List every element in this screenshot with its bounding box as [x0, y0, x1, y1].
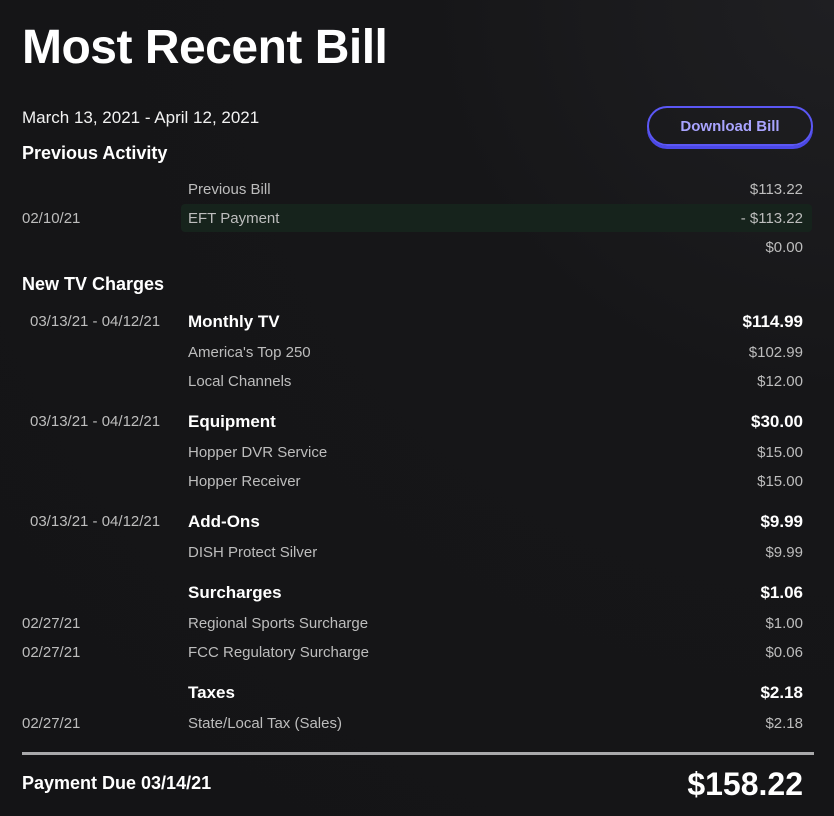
group-label: Monthly TV	[188, 312, 280, 331]
row-date: 02/27/21	[22, 715, 81, 732]
line-item-row: Local Channels $12.00	[0, 367, 834, 395]
row-amount: $15.00	[757, 473, 803, 490]
group-date: 03/13/21 - 04/12/21	[30, 413, 161, 430]
payment-row: 02/10/21 EFT Payment - $113.22	[0, 204, 834, 232]
row-amount: $1.00	[765, 615, 803, 632]
group-amount: $9.99	[760, 512, 803, 531]
row-date: 02/27/21	[22, 615, 81, 632]
line-item-row: 02/27/21 Regional Sports Surcharge $1.00	[0, 609, 834, 637]
payment-due-amount: $158.22	[687, 766, 803, 802]
new-charges-heading: New TV Charges	[22, 274, 165, 294]
row-amount: $12.00	[757, 373, 803, 390]
row-date: 02/10/21	[22, 210, 81, 227]
row-amount: - $113.22	[740, 210, 803, 227]
charge-group-equipment: 03/13/21 - 04/12/21 Equipment $30.00	[0, 407, 834, 435]
row-description: Hopper Receiver	[188, 473, 301, 490]
billing-period: March 13, 2021 - April 12, 2021	[22, 108, 260, 127]
previous-bill-row: Previous Bill $113.22	[0, 175, 834, 203]
row-amount: $0.00	[765, 239, 803, 256]
charge-group-add-ons: 03/13/21 - 04/12/21 Add-Ons $9.99	[0, 507, 834, 535]
row-description: Local Channels	[188, 373, 292, 390]
page-title: Most Recent Bill	[22, 21, 388, 74]
line-item-row: DISH Protect Silver $9.99	[0, 538, 834, 566]
row-description: FCC Regulatory Surcharge	[188, 644, 369, 661]
row-amount: $15.00	[757, 444, 803, 461]
row-date: 02/27/21	[22, 644, 81, 661]
charge-group-monthly-tv: 03/13/21 - 04/12/21 Monthly TV $114.99	[0, 307, 834, 335]
charge-group-taxes: Taxes $2.18	[0, 678, 834, 706]
row-description: Regional Sports Surcharge	[188, 615, 369, 632]
download-bill-button[interactable]: Download Bill	[647, 106, 813, 146]
payment-due-label: Payment Due 03/14/21	[22, 773, 212, 793]
charge-group-surcharges: Surcharges $1.06	[0, 578, 834, 606]
row-description: Previous Bill	[188, 181, 271, 198]
row-description: Hopper DVR Service	[188, 444, 328, 461]
group-label: Surcharges	[188, 583, 282, 602]
row-amount: $9.99	[765, 544, 803, 561]
group-date: 03/13/21 - 04/12/21	[30, 513, 161, 530]
line-item-row: Hopper Receiver $15.00	[0, 467, 834, 495]
row-amount: $102.99	[748, 344, 803, 361]
group-amount: $1.06	[760, 583, 803, 602]
group-amount: $30.00	[751, 412, 803, 431]
row-description: America's Top 250	[188, 344, 311, 361]
group-label: Equipment	[188, 412, 276, 431]
total-divider	[22, 752, 814, 755]
group-amount: $114.99	[742, 312, 803, 331]
group-date: 03/13/21 - 04/12/21	[30, 313, 161, 330]
group-label: Taxes	[188, 683, 235, 702]
row-description: DISH Protect Silver	[188, 544, 318, 561]
row-amount: $2.18	[765, 715, 803, 732]
line-item-row: 02/27/21 FCC Regulatory Surcharge $0.06	[0, 638, 834, 666]
group-label: Add-Ons	[188, 512, 260, 531]
line-item-row: 02/27/21 State/Local Tax (Sales) $2.18	[0, 709, 834, 737]
row-description: EFT Payment	[188, 210, 280, 227]
line-item-row: Hopper DVR Service $15.00	[0, 438, 834, 466]
previous-activity-heading: Previous Activity	[22, 143, 168, 163]
row-amount: $113.22	[749, 181, 803, 198]
row-description: State/Local Tax (Sales)	[188, 715, 342, 732]
previous-balance-row: $0.00	[0, 233, 834, 261]
group-amount: $2.18	[760, 683, 803, 702]
line-item-row: America's Top 250 $102.99	[0, 338, 834, 366]
row-amount: $0.06	[765, 644, 803, 661]
